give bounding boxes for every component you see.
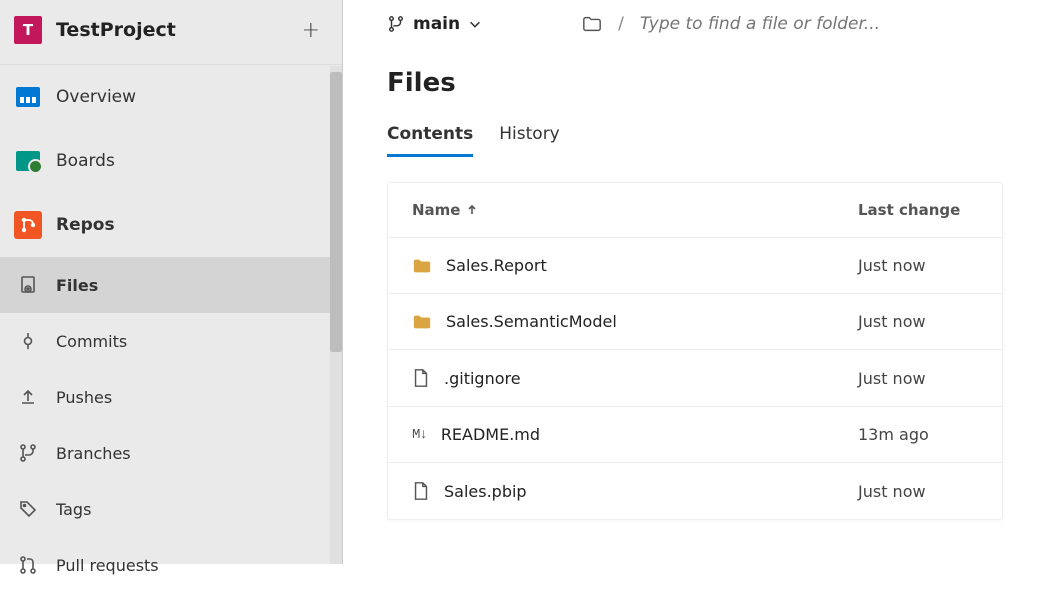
file-change: Just now [858,256,978,275]
branch-icon [387,15,405,33]
sidebar-item-branches[interactable]: Branches [0,425,342,481]
column-name-header[interactable]: Name [412,201,858,219]
path-separator: / [618,14,624,34]
file-icon [412,368,430,388]
overview-icon [14,83,42,111]
file-name: Sales.Report [446,256,547,275]
sidebar-item-commits[interactable]: Commits [0,313,342,369]
tags-icon [14,495,42,523]
files-icon [14,271,42,299]
path-search-input[interactable] [640,14,920,34]
tab-history[interactable]: History [499,124,559,157]
sidebar-item-pushes[interactable]: Pushes [0,369,342,425]
file-change: Just now [858,482,978,501]
chevron-down-icon [468,17,482,31]
sidebar-label: Pushes [56,388,112,407]
folder-icon[interactable] [582,15,602,33]
sidebar-item-boards[interactable]: Boards [0,129,342,193]
folder-icon [412,257,432,275]
page-title: Files [387,68,1059,98]
tab-contents[interactable]: Contents [387,124,473,157]
file-name: README.md [441,425,540,444]
column-change-header[interactable]: Last change [858,201,978,219]
sidebar-label: Commits [56,332,127,351]
sidebar-label: Boards [56,151,115,171]
file-name: Sales.SemanticModel [446,312,617,331]
pushes-icon [14,383,42,411]
pull-requests-icon [14,551,42,579]
table-row[interactable]: Sales.Report Just now [388,238,1002,294]
project-header: T TestProject + [0,0,342,65]
file-table: Name Last change Sales.Report Just now S… [387,182,1003,520]
sidebar-label: Pull requests [56,556,159,575]
folder-icon [412,313,432,331]
sidebar-item-tags[interactable]: Tags [0,481,342,537]
sidebar-nav: Overview Boards Repos Files [0,65,342,593]
sidebar-scrollbar[interactable] [330,66,342,564]
project-name[interactable]: TestProject [56,19,296,41]
sidebar-item-files[interactable]: Files [0,257,342,313]
file-icon [412,481,430,501]
add-button[interactable]: + [296,18,326,43]
commits-icon [14,327,42,355]
table-row[interactable]: .gitignore Just now [388,350,1002,407]
file-change: Just now [858,369,978,388]
sidebar-label: Repos [56,215,115,235]
main-content: main / Files Contents History Name Last … [343,0,1059,564]
table-row[interactable]: Sales.SemanticModel Just now [388,294,1002,350]
sidebar-label: Overview [56,87,136,107]
table-row[interactable]: M↓ README.md 13m ago [388,407,1002,463]
repos-icon [14,211,42,239]
table-row[interactable]: Sales.pbip Just now [388,463,1002,519]
sidebar-label: Branches [56,444,131,463]
branch-selector[interactable]: main [387,14,482,34]
file-name: .gitignore [444,369,521,388]
sidebar-item-overview[interactable]: Overview [0,65,342,129]
branch-name: main [413,14,460,34]
sidebar-label: Tags [56,500,91,519]
markdown-icon: M↓ [412,427,427,443]
sidebar-item-pull-requests[interactable]: Pull requests [0,537,342,593]
sidebar: T TestProject + Overview Boards Repos [0,0,342,564]
sort-up-icon [466,204,478,216]
tabs: Contents History [387,124,1059,158]
file-change: 13m ago [858,425,978,444]
file-name: Sales.pbip [444,482,527,501]
project-avatar[interactable]: T [14,16,42,44]
boards-icon [14,147,42,175]
sidebar-item-repos[interactable]: Repos [0,193,342,257]
file-change: Just now [858,312,978,331]
table-header: Name Last change [388,183,1002,238]
sidebar-label: Files [56,276,98,295]
breadcrumb: main / [387,14,1059,34]
branches-icon [14,439,42,467]
